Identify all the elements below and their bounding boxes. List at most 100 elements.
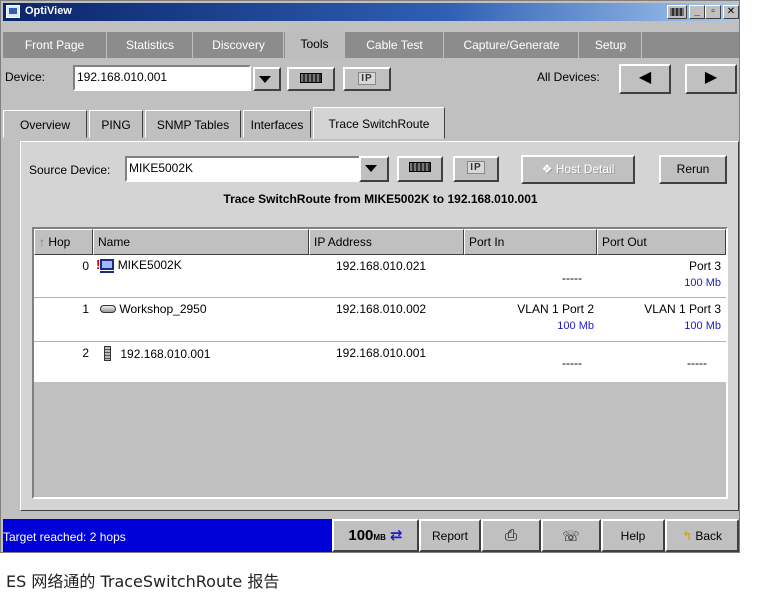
source-ip-button[interactable]: IP — [453, 156, 499, 182]
tab-statistics[interactable]: Statistics — [108, 32, 193, 58]
source-device-dropdown-button[interactable] — [359, 156, 389, 182]
device-input[interactable]: 192.168.010.001 — [73, 65, 251, 91]
print-button[interactable]: ⎙ — [481, 519, 541, 552]
port-in-speed: 100 Mb — [557, 320, 594, 332]
source-keyboard-button[interactable] — [397, 156, 443, 182]
ip-cell: 192.168.010.002 — [336, 302, 427, 316]
host-detail-button[interactable]: ❖ Host Detail — [521, 155, 635, 184]
status-message: Target reached: 2 hops — [3, 519, 332, 552]
tab-ping[interactable]: PING — [89, 110, 143, 138]
title-bar[interactable]: OptiView _ ▫ ✕ — [3, 3, 739, 21]
optiview-window: OptiView _ ▫ ✕ Front Page Statistics Dis… — [0, 0, 740, 553]
tab-tools[interactable]: Tools — [285, 31, 345, 59]
tab-capture-generate[interactable]: Capture/Generate — [445, 32, 579, 58]
name-cell: ! MIKE5002K — [96, 257, 182, 273]
ip-icon: IP — [358, 72, 376, 85]
ip-icon: IP — [467, 161, 485, 174]
all-devices-label: All Devices: — [537, 70, 600, 84]
name-cell: Workshop_2950 — [100, 302, 207, 316]
tab-discovery[interactable]: Discovery — [194, 32, 284, 58]
tab-cable-test[interactable]: Cable Test — [346, 32, 444, 58]
link-speed-unit: MB — [373, 533, 386, 542]
device-keyboard-button[interactable] — [287, 67, 335, 91]
hop-cell: 2 — [82, 346, 89, 360]
figure-caption: ES 网络通的 TraceSwitchRoute 报告 — [6, 572, 280, 591]
port-out-cell: Port 3 — [688, 259, 721, 273]
port-in-cell: ----- — [562, 356, 582, 370]
link-speed-button[interactable]: 100MB ⇄ — [332, 519, 419, 552]
column-header-label: Hop — [48, 235, 71, 249]
tools-sub-tabs: Overview PING SNMP Tables Interfaces Tra… — [3, 107, 739, 139]
port-in-cell: VLAN 1 Port 2 — [517, 302, 594, 316]
host-detail-icon: ❖ — [541, 162, 556, 176]
link-speed-value: 100 — [348, 527, 374, 544]
tab-snmp-tables[interactable]: SNMP Tables — [145, 110, 241, 138]
tab-overview[interactable]: Overview — [3, 110, 87, 138]
device-ip-button[interactable]: IP — [343, 67, 391, 91]
tab-trace-switchroute[interactable]: Trace SwitchRoute — [313, 107, 445, 139]
previous-device-button[interactable]: ◀ — [619, 64, 671, 94]
device-name: Workshop_2950 — [119, 302, 207, 316]
column-header-port-in[interactable]: Port In — [464, 229, 597, 255]
toolkit-button[interactable]: ☏ — [541, 519, 601, 552]
ip-cell: 192.168.010.021 — [336, 259, 427, 273]
device-dropdown-button[interactable] — [253, 67, 281, 91]
tab-front-page[interactable]: Front Page — [3, 32, 107, 58]
maximize-button[interactable]: ▫ — [705, 5, 721, 19]
column-header-ip-address[interactable]: IP Address — [309, 229, 464, 255]
printer-icon: ⎙ — [504, 527, 517, 544]
port-out-speed: 100 Mb — [684, 320, 721, 332]
main-menu: Front Page Statistics Discovery Tools Ca… — [3, 31, 739, 59]
trace-table: ↑ Hop Name IP Address Port In Port Out 0… — [32, 227, 728, 499]
status-bar: Target reached: 2 hops 100MB ⇄ Report ⎙ … — [3, 519, 739, 552]
source-device-label: Source Device: — [29, 163, 111, 177]
row-divider — [34, 297, 726, 298]
phone-tools-icon: ☏ — [562, 528, 580, 544]
row-divider — [34, 341, 726, 342]
table-row[interactable]: 1 Workshop_2950 192.168.010.002 VLAN 1 P… — [34, 299, 726, 341]
keyboard-icon — [300, 73, 322, 83]
keyboard-icon — [409, 162, 431, 172]
trace-switchroute-panel: Source Device: MIKE5002K IP ❖ Host Detai… — [20, 141, 739, 511]
device-name: MIKE5002K — [117, 258, 182, 272]
minimize-button[interactable]: _ — [689, 5, 705, 19]
trace-heading: Trace SwitchRoute from MIKE5002K to 192.… — [223, 192, 538, 206]
port-out-cell: ----- — [687, 356, 707, 370]
device-name: 192.168.010.001 — [120, 347, 211, 361]
host-detail-label: Host Detail — [555, 162, 615, 176]
source-device-input[interactable]: MIKE5002K — [125, 156, 365, 182]
server-icon — [104, 346, 111, 361]
table-header: ↑ Hop Name IP Address Port In Port Out — [34, 229, 726, 255]
switch-icon — [100, 305, 116, 313]
table-row[interactable]: 2 192.168.010.001 192.168.010.001 ----- … — [34, 343, 726, 381]
sort-ascending-icon: ↑ — [39, 235, 45, 249]
ip-cell: 192.168.010.001 — [336, 346, 427, 360]
port-in-cell: ----- — [562, 271, 582, 285]
app-icon — [6, 5, 20, 18]
back-button[interactable]: ↰ Back — [665, 519, 739, 552]
column-header-name[interactable]: Name — [93, 229, 309, 255]
hop-cell: 0 — [82, 259, 89, 273]
tab-interfaces[interactable]: Interfaces — [243, 110, 311, 138]
keyboard-icon[interactable] — [667, 5, 687, 19]
link-arrows-icon: ⇄ — [390, 527, 403, 544]
close-button[interactable]: ✕ — [723, 5, 739, 19]
back-label: Back — [695, 529, 723, 543]
pc-icon — [100, 259, 115, 273]
table-body: 0 ! MIKE5002K 192.168.010.021 ----- Port… — [34, 255, 726, 382]
arrow-left-icon: ◀ — [638, 69, 652, 86]
port-out-speed: 100 Mb — [684, 277, 721, 289]
table-row[interactable]: 0 ! MIKE5002K 192.168.010.021 ----- Port… — [34, 255, 726, 297]
help-button[interactable]: Help — [601, 519, 665, 552]
back-arrow-icon: ↰ — [681, 529, 693, 543]
column-header-port-out[interactable]: Port Out — [597, 229, 726, 255]
name-cell: 192.168.010.001 — [104, 346, 210, 361]
device-label: Device: — [5, 70, 46, 84]
tab-setup[interactable]: Setup — [580, 32, 642, 58]
hop-cell: 1 — [82, 302, 89, 316]
arrow-right-icon: ▶ — [704, 69, 718, 86]
report-button[interactable]: Report — [419, 519, 481, 552]
rerun-button[interactable]: Rerun — [659, 155, 727, 184]
next-device-button[interactable]: ▶ — [685, 64, 737, 94]
column-header-hop[interactable]: ↑ Hop — [34, 229, 93, 255]
